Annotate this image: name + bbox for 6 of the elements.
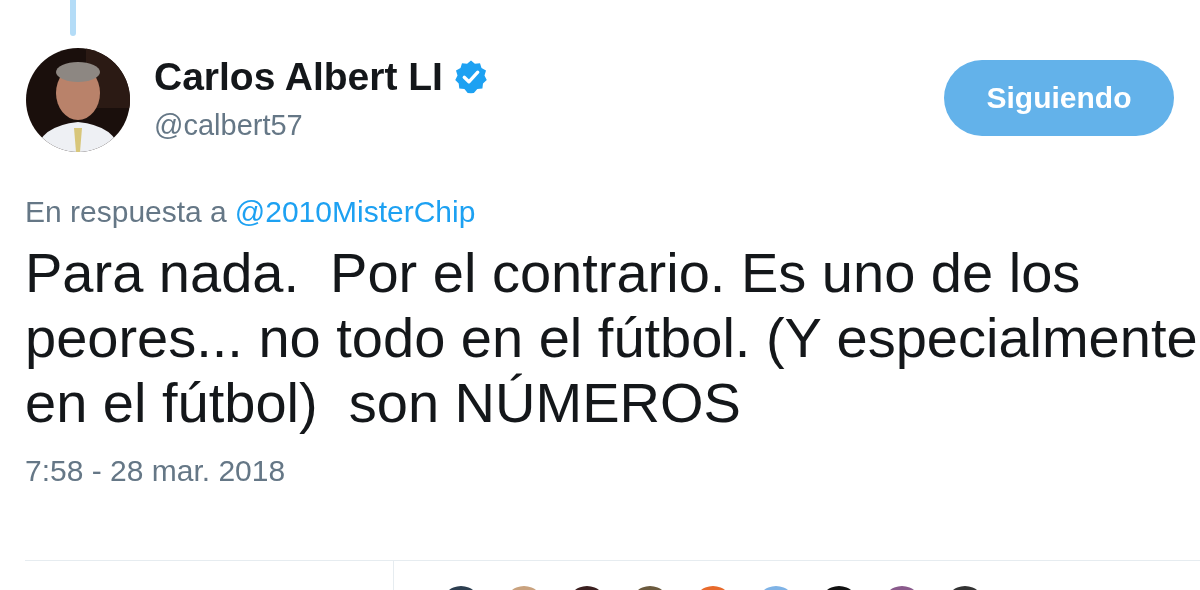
author-name[interactable]: Carlos Albert LI [154, 55, 443, 99]
author-handle[interactable]: @calbert57 [154, 107, 489, 143]
mention-link[interactable]: @2010MisterChip [234, 194, 476, 230]
reply-label: En respuesta a [25, 194, 227, 230]
tweet-text: Para nada. Por el contrario. Es uno de los peores... no todo en el fútbol. (Y especialmente en el fútbol) son NÚMEROS [24, 240, 1199, 435]
timestamp[interactable]: 7:58 - 28 mar. 2018 [0, 435, 311, 487]
